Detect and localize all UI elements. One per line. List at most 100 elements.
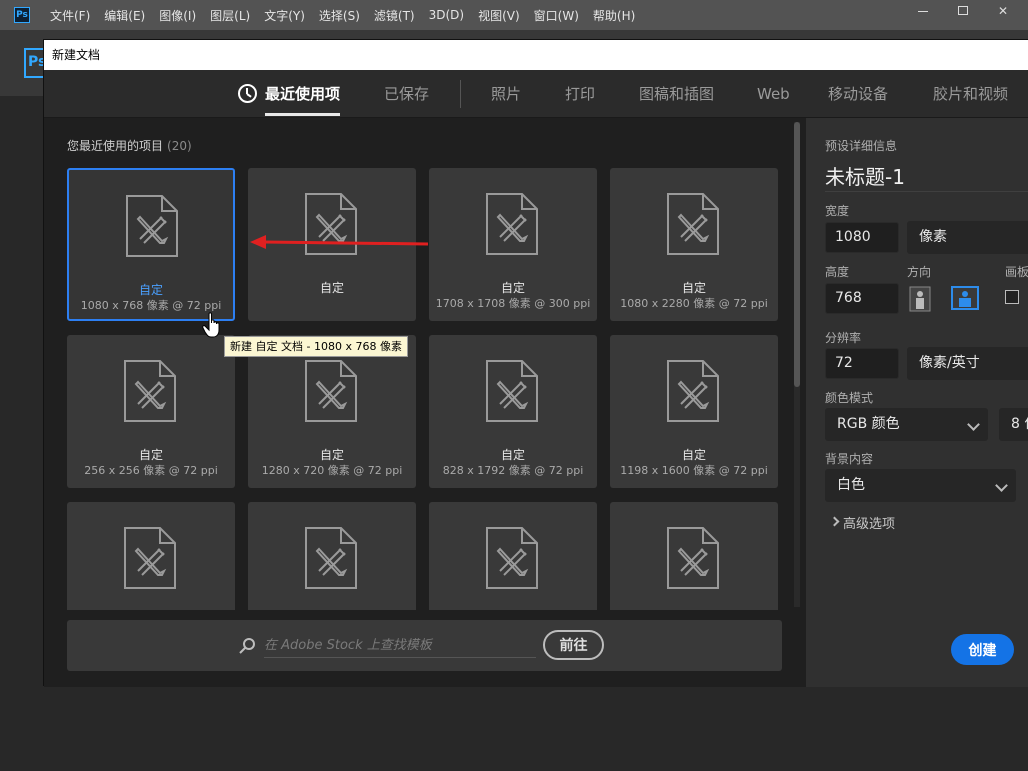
stock-search-bar: 前往 xyxy=(67,620,782,671)
artboard-checkbox[interactable] xyxy=(1005,290,1019,304)
maximize-button[interactable] xyxy=(956,4,970,18)
tab-web[interactable]: Web xyxy=(757,70,790,118)
card-size: 828 x 1792 像素 @ 72 ppi xyxy=(442,464,584,477)
stock-search-input[interactable] xyxy=(264,634,536,658)
recent-card[interactable]: 自定 256 x 256 像素 @ 72 ppi xyxy=(67,335,235,488)
menu-select[interactable]: 选择(S) xyxy=(319,7,360,24)
resolution-field[interactable]: 72 xyxy=(825,348,899,379)
resolution-unit-value: 像素/英寸 xyxy=(919,355,980,371)
menu-type[interactable]: 文字(Y) xyxy=(264,7,305,24)
tab-recent[interactable]: 最近使用项 xyxy=(265,70,340,118)
minimize-button[interactable] xyxy=(916,4,930,18)
recent-card[interactable]: 自定 1080 x 2280 像素 @ 72 ppi xyxy=(610,168,778,321)
height-field[interactable]: 768 xyxy=(825,283,899,314)
tab-saved[interactable]: 已保存 xyxy=(384,70,429,118)
recent-card[interactable]: 自定 1708 x 1708 像素 @ 300 ppi xyxy=(429,168,597,321)
document-icon xyxy=(486,360,538,422)
tab-print[interactable]: 打印 xyxy=(565,70,595,118)
recent-heading: 您最近使用的项目 (20) xyxy=(67,137,192,154)
resolution-label: 分辨率 xyxy=(825,331,862,345)
recent-card[interactable] xyxy=(248,502,416,610)
background-value: 白色 xyxy=(837,477,865,493)
tab-photo[interactable]: 照片 xyxy=(491,70,521,118)
advanced-options-toggle[interactable]: 高级选项 xyxy=(843,513,895,532)
bit-depth-value: 8 位 xyxy=(1011,416,1028,432)
card-name: 自定 xyxy=(319,281,344,295)
document-icon xyxy=(667,527,719,589)
recent-card[interactable]: 自定 1280 x 720 像素 @ 72 ppi xyxy=(248,335,416,488)
document-icon xyxy=(305,527,357,589)
menu-edit[interactable]: 编辑(E) xyxy=(104,7,145,24)
width-unit-select[interactable]: 像素 xyxy=(907,221,1028,254)
recent-card[interactable]: 自定 828 x 1792 像素 @ 72 ppi xyxy=(429,335,597,488)
recent-card[interactable]: 自定 1198 x 1600 像素 @ 72 ppi xyxy=(610,335,778,488)
card-name: 自定 xyxy=(319,448,344,462)
document-icon xyxy=(305,360,357,422)
width-field[interactable]: 1080 xyxy=(825,222,899,253)
menu-file[interactable]: 文件(F) xyxy=(50,7,90,24)
bit-depth-select[interactable]: 8 位 xyxy=(999,408,1028,441)
menu-layer[interactable]: 图层(L) xyxy=(210,7,250,24)
artboard-label: 画板 xyxy=(1005,265,1028,279)
card-name: 自定 xyxy=(681,281,706,295)
background-select[interactable]: 白色 xyxy=(825,469,1016,502)
go-button[interactable]: 前往 xyxy=(543,630,604,660)
card-name: 自定 xyxy=(138,283,163,297)
chevron-down-icon xyxy=(967,418,980,431)
card-name: 自定 xyxy=(500,448,525,462)
menu-bar: Ps 文件(F) 编辑(E) 图像(I) 图层(L) 文字(Y) 选择(S) 滤… xyxy=(0,0,1028,30)
clock-icon xyxy=(238,84,257,103)
preset-details-panel: 预设详细信息 未标题-1 宽度 1080 像素 高度 768 方向 画板 分辨率… xyxy=(806,118,1028,687)
card-tooltip: 新建 自定 文档 - 1080 x 768 像素 xyxy=(224,336,408,357)
window-controls: ✕ xyxy=(916,0,1010,22)
chevron-right-icon[interactable] xyxy=(829,516,840,527)
recent-panel: 您最近使用的项目 (20) 自定 1080 x 768 像素 @ 72 ppi 自… xyxy=(44,118,806,687)
card-size: 1080 x 768 像素 @ 72 ppi xyxy=(80,299,222,312)
background-label: 背景内容 xyxy=(825,452,874,466)
menu-3d[interactable]: 3D(D) xyxy=(429,8,464,22)
document-icon xyxy=(486,527,538,589)
card-size: 256 x 256 像素 @ 72 ppi xyxy=(84,464,218,477)
photoshop-window: Ps 文件(F) 编辑(E) 图像(I) 图层(L) 文字(Y) 选择(S) 滤… xyxy=(0,0,1028,771)
tab-mobile[interactable]: 移动设备 xyxy=(828,70,888,118)
new-document-dialog: 新建文档 最近使用项 已保存 照片 打印 图稿和插图 Web 移动设备 胶片和视… xyxy=(43,39,1028,687)
tab-art-illustration[interactable]: 图稿和插图 xyxy=(639,70,714,118)
recent-card[interactable] xyxy=(610,502,778,610)
card-size: 1080 x 2280 像素 @ 72 ppi xyxy=(620,297,768,310)
resolution-unit-select[interactable]: 像素/英寸 xyxy=(907,347,1028,380)
recent-count: (20) xyxy=(167,139,192,153)
preset-details-label: 预设详细信息 xyxy=(825,139,898,153)
close-button[interactable]: ✕ xyxy=(996,4,1010,18)
color-mode-select[interactable]: RGB 颜色 xyxy=(825,408,988,441)
card-name: 自定 xyxy=(500,281,525,295)
recent-card[interactable] xyxy=(429,502,597,610)
width-label: 宽度 xyxy=(825,204,850,218)
preset-tabs: 最近使用项 已保存 照片 打印 图稿和插图 Web 移动设备 胶片和视频 xyxy=(44,70,1028,118)
red-arrow-annotation xyxy=(250,235,429,249)
create-button[interactable]: 创建 xyxy=(951,634,1014,665)
portrait-orientation-icon[interactable] xyxy=(909,286,931,312)
menu-filter[interactable]: 滤镜(T) xyxy=(374,7,415,24)
title-underline xyxy=(825,191,1028,192)
grid-scrollbar[interactable] xyxy=(794,122,800,607)
height-label: 高度 xyxy=(825,265,850,279)
menu-image[interactable]: 图像(I) xyxy=(159,7,196,24)
photoshop-logo: Ps xyxy=(14,7,30,23)
dialog-title: 新建文档 xyxy=(44,40,1028,70)
menu-view[interactable]: 视图(V) xyxy=(478,7,520,24)
recent-card[interactable] xyxy=(67,502,235,610)
menu-help[interactable]: 帮助(H) xyxy=(593,7,635,24)
card-size: 1280 x 720 像素 @ 72 ppi xyxy=(261,464,403,477)
active-tab-indicator xyxy=(265,113,340,116)
color-mode-value: RGB 颜色 xyxy=(837,416,900,432)
menu-window[interactable]: 窗口(W) xyxy=(534,7,579,24)
scrollbar-thumb[interactable] xyxy=(794,122,800,387)
recent-card[interactable]: 自定 1080 x 768 像素 @ 72 ppi xyxy=(67,168,235,321)
orientation-label: 方向 xyxy=(907,265,932,279)
landscape-orientation-icon[interactable] xyxy=(951,286,979,310)
document-icon xyxy=(124,360,176,422)
document-icon xyxy=(124,527,176,589)
tab-film-video[interactable]: 胶片和视频 xyxy=(933,70,1008,118)
card-size: 1708 x 1708 像素 @ 300 ppi xyxy=(435,297,591,310)
document-name[interactable]: 未标题-1 xyxy=(825,161,905,190)
